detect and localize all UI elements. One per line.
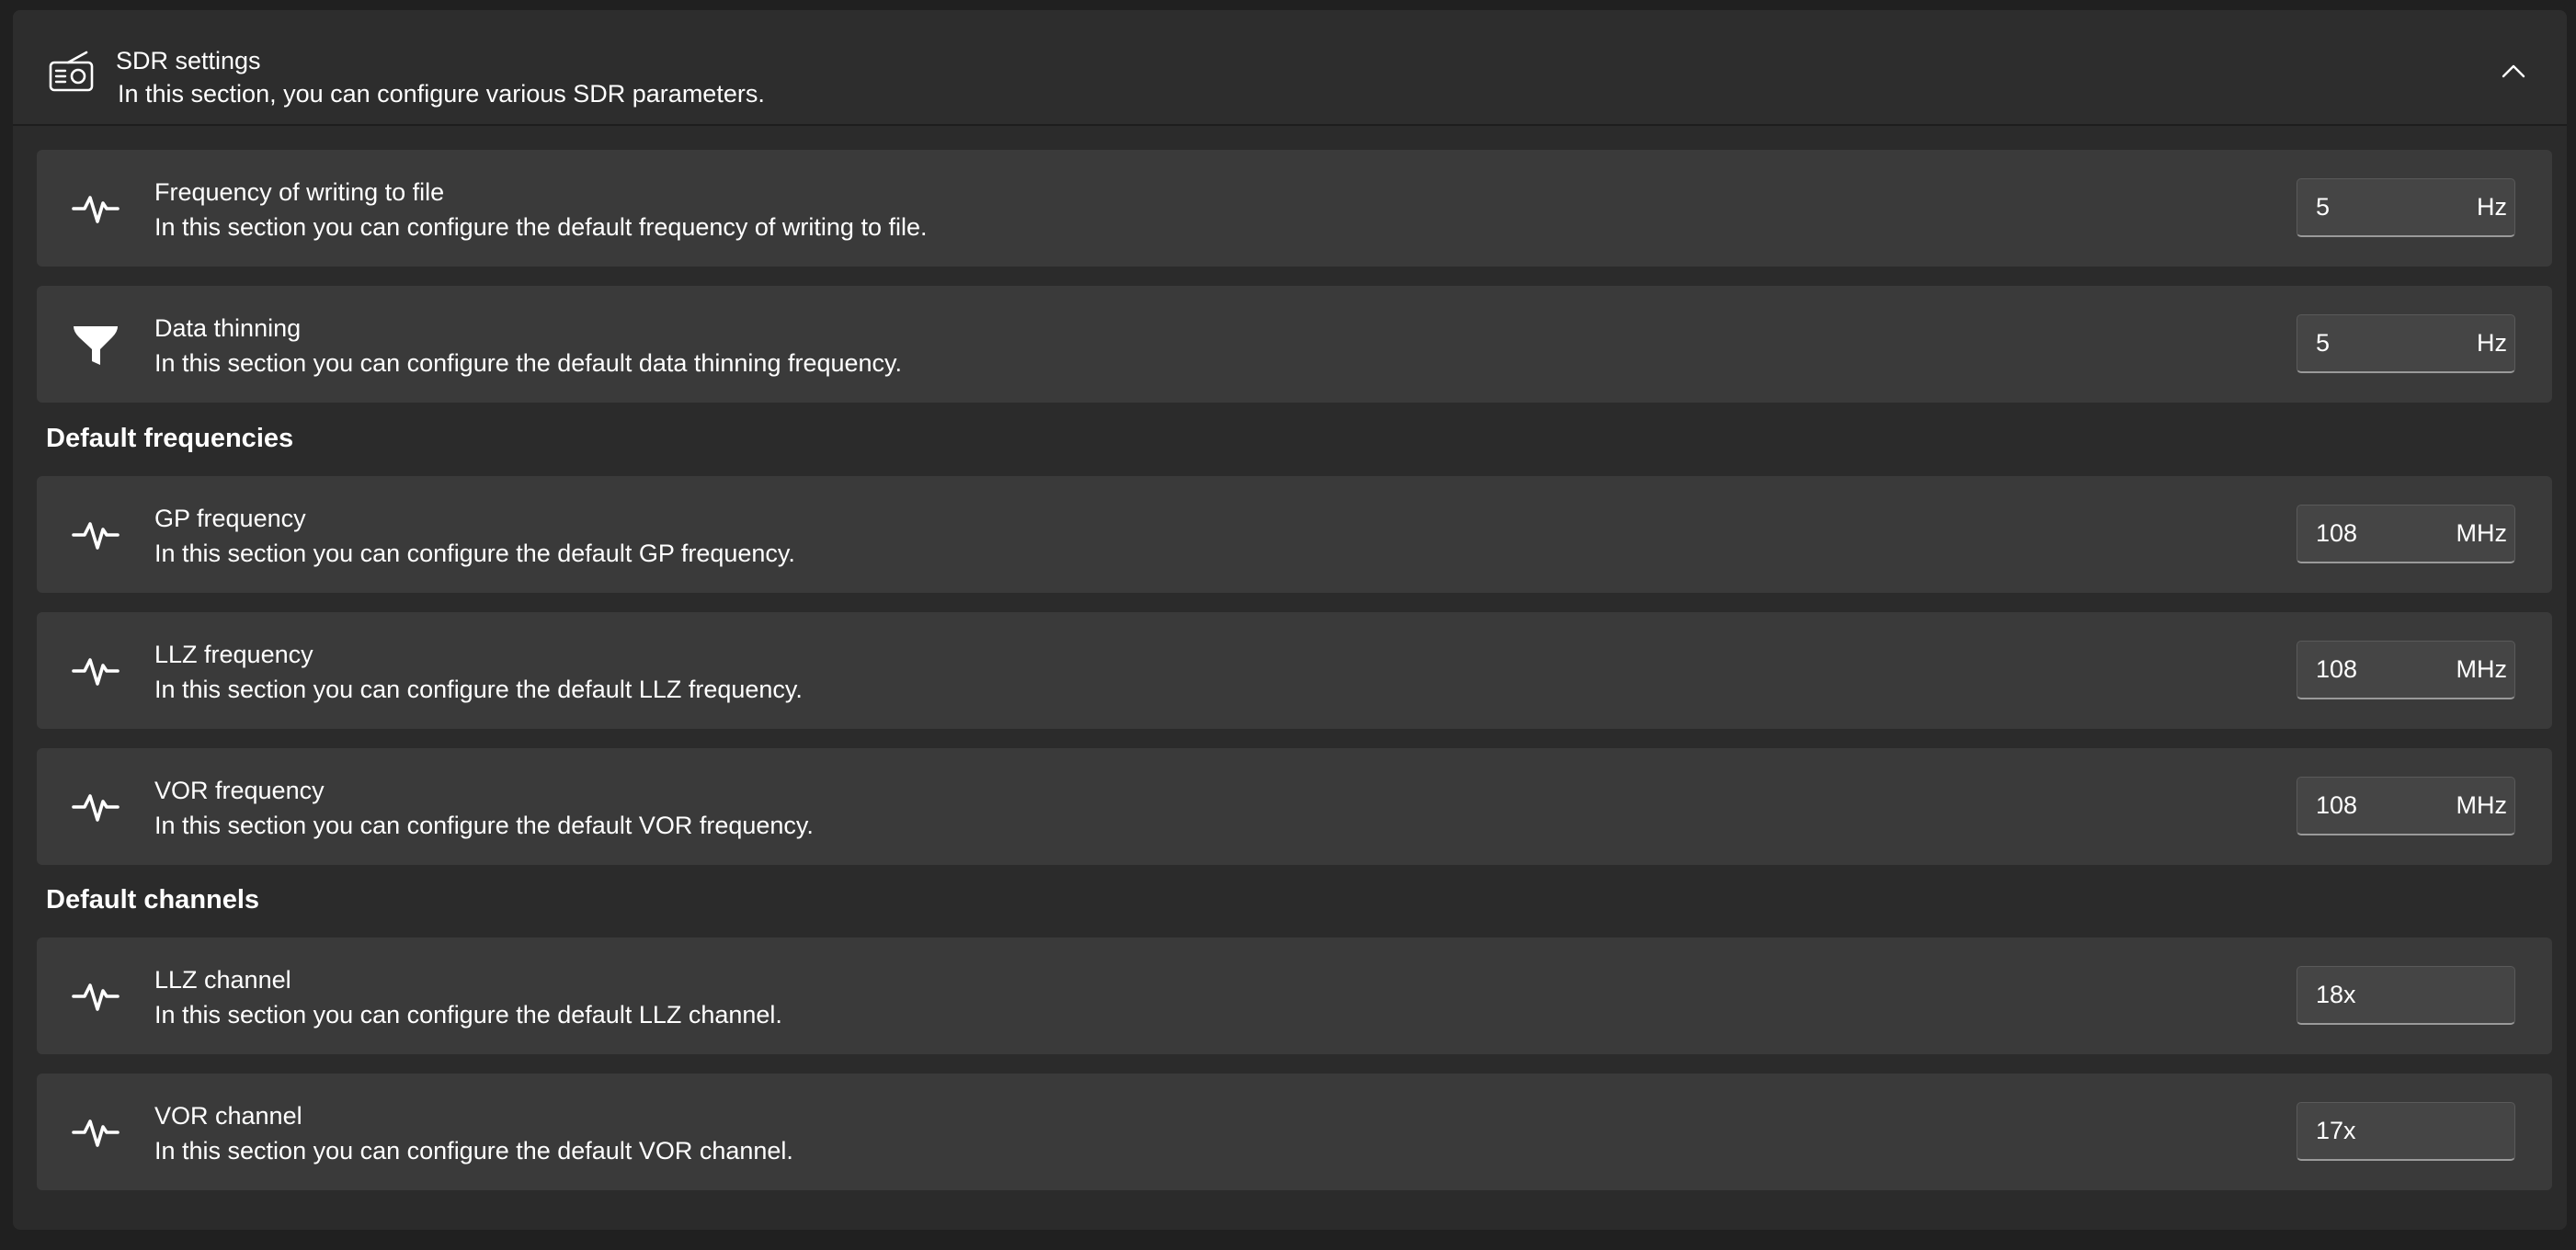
write-frequency-input[interactable] — [2297, 179, 2435, 235]
pulse-icon — [72, 658, 120, 686]
llz-channel-input[interactable] — [2297, 967, 2435, 1023]
setting-title: GP frequency — [154, 505, 306, 532]
llz-channel-text-box[interactable] — [2297, 966, 2515, 1025]
radio-icon — [49, 51, 94, 92]
setting-description: In this section you can configure the de… — [154, 812, 814, 839]
setting-card-vor-frequency: VOR frequency In this section you can co… — [37, 748, 2552, 865]
setting-card-llz-channel: LLZ channel In this section you can conf… — [37, 938, 2552, 1054]
pulse-icon — [72, 983, 120, 1011]
unit-label: Hz — [2477, 329, 2507, 357]
setting-title: LLZ channel — [154, 966, 291, 994]
filter-icon — [74, 326, 118, 365]
pulse-icon — [72, 196, 120, 223]
setting-card-data-thinning: Data thinning In this section you can co… — [37, 286, 2552, 403]
setting-card-gp-frequency: GP frequency In this section you can con… — [37, 476, 2552, 593]
vor-frequency-number-box[interactable]: MHz — [2297, 777, 2515, 835]
llz-frequency-number-box[interactable]: MHz — [2297, 641, 2515, 699]
pulse-icon — [72, 522, 120, 550]
chevron-up-icon — [2502, 64, 2525, 78]
setting-description: In this section you can configure the de… — [154, 676, 803, 703]
setting-card-write-frequency: Frequency of writing to file In this sec… — [37, 150, 2552, 267]
unit-label: MHz — [2456, 791, 2508, 819]
data-thinning-input[interactable] — [2297, 315, 2435, 371]
setting-description: In this section you can configure the de… — [154, 1137, 793, 1165]
setting-card-vor-channel: VOR channel In this section you can conf… — [37, 1074, 2552, 1190]
expander-header[interactable]: SDR settings In this section, you can co… — [13, 10, 2567, 126]
setting-description: In this section you can configure the de… — [154, 349, 903, 377]
write-frequency-number-box[interactable]: Hz — [2297, 178, 2515, 237]
setting-title: Data thinning — [154, 314, 302, 342]
setting-title: VOR frequency — [154, 777, 325, 804]
setting-title: Frequency of writing to file — [154, 178, 445, 206]
gp-frequency-input[interactable] — [2297, 506, 2435, 562]
sdr-settings-expander: SDR settings In this section, you can co… — [13, 10, 2567, 1230]
section-header-default-frequencies: Default frequencies — [46, 424, 294, 453]
pulse-icon — [72, 1119, 120, 1147]
llz-frequency-input[interactable] — [2297, 642, 2435, 698]
expander-title: SDR settings — [116, 47, 261, 74]
data-thinning-number-box[interactable]: Hz — [2297, 314, 2515, 373]
vor-channel-text-box[interactable] — [2297, 1102, 2515, 1161]
setting-card-llz-frequency: LLZ frequency In this section you can co… — [37, 612, 2552, 729]
unit-label: MHz — [2456, 655, 2508, 683]
unit-label: Hz — [2477, 193, 2507, 221]
gp-frequency-number-box[interactable]: MHz — [2297, 505, 2515, 563]
collapse-button[interactable] — [2488, 45, 2539, 97]
setting-title: LLZ frequency — [154, 641, 313, 668]
setting-description: In this section you can configure the de… — [154, 1001, 782, 1028]
vor-channel-input[interactable] — [2297, 1103, 2435, 1159]
expander-description: In this section, you can configure vario… — [118, 80, 765, 108]
section-header-default-channels: Default channels — [46, 885, 260, 915]
setting-description: In this section you can configure the de… — [154, 540, 795, 567]
unit-label: MHz — [2456, 519, 2508, 547]
setting-title: VOR channel — [154, 1102, 302, 1130]
setting-description: In this section you can configure the de… — [154, 213, 928, 241]
vor-frequency-input[interactable] — [2297, 778, 2435, 834]
pulse-icon — [72, 794, 120, 822]
